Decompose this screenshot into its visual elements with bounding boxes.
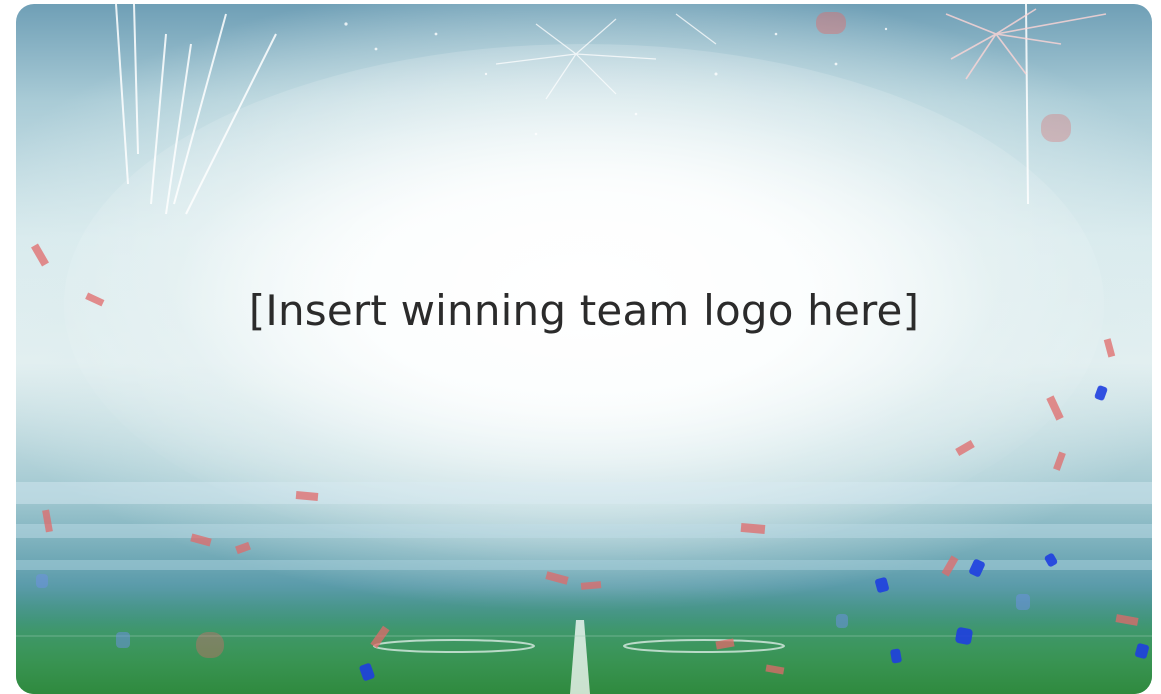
- team-logo-placeholder: [Insert winning team logo here]: [248, 286, 920, 335]
- celebration-banner: [Insert winning team logo here]: [16, 4, 1152, 694]
- stadium-background: [16, 4, 1152, 694]
